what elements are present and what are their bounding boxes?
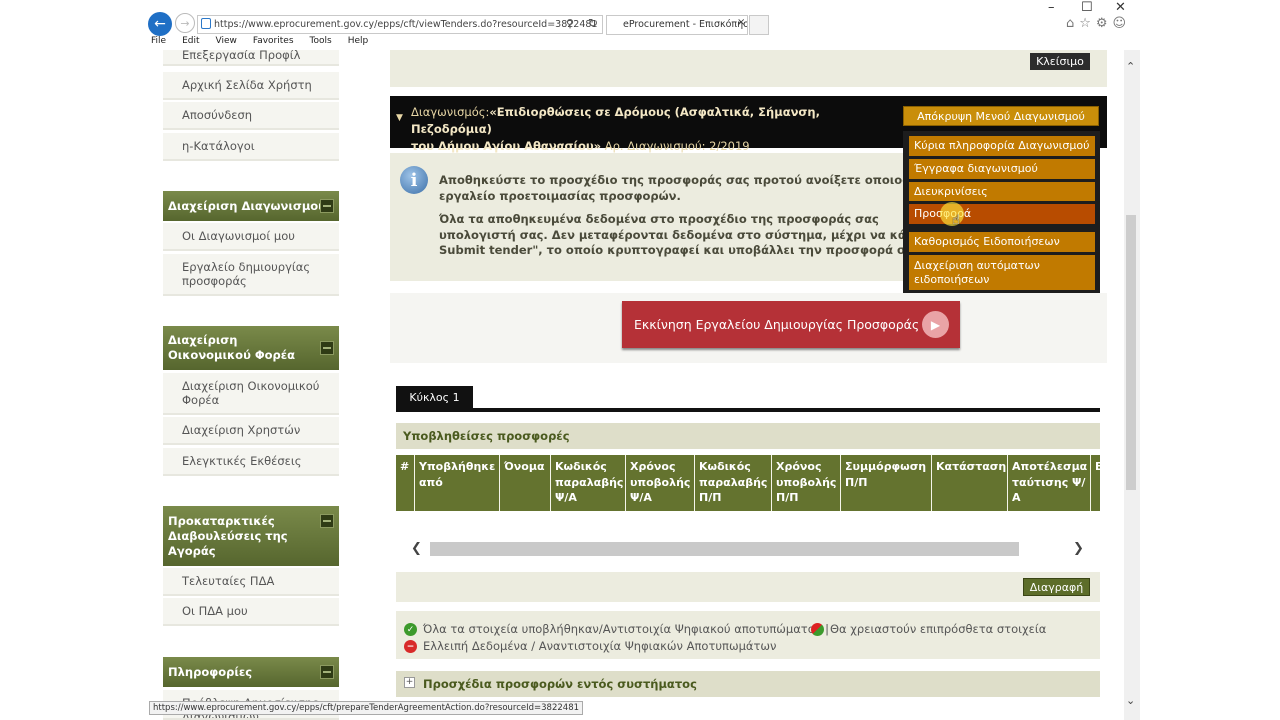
sidebar-item-operator-management[interactable]: Διαχείριση Οικονομικού Φορέα (163, 373, 339, 415)
delete-bar (396, 572, 1100, 602)
menu-help[interactable]: Help (348, 36, 369, 46)
browser-tab[interactable]: eProcurement - Επισκόπησ... (606, 15, 748, 35)
tender-menu-documents[interactable]: Έγγραφα διαγωνισμού (909, 159, 1095, 179)
sidebar-item-audit-reports[interactable]: Ελεγκτικές Εκθέσεις (163, 448, 339, 476)
column-header[interactable]: Χρόνος υποβολής Π/Π (772, 455, 841, 511)
menu-favorites[interactable]: Favorites (253, 36, 294, 46)
new-tab-button[interactable] (749, 15, 769, 35)
sidebar-header-economic-operator[interactable]: Διαχείριση Οικονομικού Φορέα (163, 326, 339, 370)
sidebar-item-ecatalogues[interactable]: η-Κατάλογοι (163, 133, 339, 161)
tab-round-1[interactable]: Κύκλος 1 (396, 386, 473, 408)
menu-tools[interactable]: Tools (310, 36, 332, 46)
sidebar-item-tender-tool[interactable]: Εργαλείο δημιουργίας προσφοράς (163, 254, 339, 296)
sidebar-item-logout[interactable]: Αποσύνδεση (163, 102, 339, 130)
tender-menu-notifications[interactable]: Καθορισμός Ειδοποιήσεων (909, 232, 1095, 252)
address-bar[interactable]: https://www.eprocurement.gov.cy/epps/cft… (197, 15, 603, 34)
column-header[interactable]: Κατάσταση (932, 455, 1008, 511)
legend-more-needed: Θα χρειαστούν επιπρόσθετα στοιχεία (830, 622, 1047, 636)
sidebar-item-my-tenders[interactable]: Οι Διαγωνισμοί μου (163, 223, 339, 251)
tender-menu-clarifications[interactable]: Διευκρινίσεις (909, 182, 1095, 201)
scrollbar-thumb[interactable] (1126, 215, 1136, 490)
delete-button[interactable]: Διαγραφή (1023, 578, 1090, 596)
partial-status-icon (811, 623, 824, 636)
sidebar-item-latest-pda[interactable]: Τελευταίες ΠΔΑ (163, 568, 339, 596)
column-header[interactable]: Υποβλήθηκε από (415, 455, 500, 511)
menu-view[interactable]: View (216, 36, 237, 46)
launch-tender-tool-button[interactable]: Εκκίνηση Εργαλείου Δημιουργίας Προσφοράς (622, 301, 960, 348)
chevron-down-icon[interactable]: ▼ (396, 113, 403, 123)
back-arrow-icon[interactable]: ← (148, 12, 172, 36)
tender-menu-auto-notifications[interactable]: Διαχείριση αυτόματων ειδοποιήσεων (909, 255, 1095, 290)
collapse-icon[interactable] (320, 341, 334, 355)
column-header[interactable]: # (396, 455, 415, 511)
maximize-button[interactable]: ☐ (1081, 0, 1093, 15)
drafts-section-header[interactable]: Προσχέδια προσφορών εντός συστήματος (396, 671, 1100, 697)
tab-close-icon[interactable]: × (737, 17, 745, 28)
scroll-right-icon[interactable]: ❯ (1073, 541, 1084, 556)
hand-cursor-icon: ☝ (952, 213, 960, 228)
collapse-icon[interactable] (320, 514, 334, 528)
tender-menu-main-info[interactable]: Κύρια πληροφορία Διαγωνισμού (909, 136, 1095, 156)
submitted-offers-header: Υποβληθείσες προσφορές (396, 423, 1100, 449)
tender-title: Διαγωνισμός:«Επιδιορθώσεις σε Δρόμους (Α… (411, 105, 820, 153)
column-header[interactable]: Κωδικός παραλαβής Ψ/Α (551, 455, 626, 511)
menu-bar: File Edit View Favorites Tools Help (145, 36, 1135, 50)
hide-tender-menu-button[interactable]: Απόκρυψη Μενού Διαγωνισμού (903, 106, 1099, 126)
forward-arrow-icon[interactable]: → (175, 13, 195, 33)
tab-underline (396, 408, 1100, 412)
legend-missing: Ελλειπή Δεδομένα / Αναντιστοιχία Ψηφιακώ… (423, 639, 777, 653)
sidebar-header-tender-management[interactable]: Διαχείριση Διαγωνισμού (163, 191, 339, 221)
menu-edit[interactable]: Edit (182, 36, 199, 46)
check-icon: ✓ (404, 623, 417, 636)
refresh-icon[interactable]: ↻ (588, 16, 598, 30)
column-header[interactable]: Εμ (1091, 455, 1100, 511)
sidebar-item-my-pda[interactable]: Οι ΠΔΑ μου (163, 598, 339, 626)
column-header[interactable]: Αποτέλεσμα ταύτισης Ψ/Α (1008, 455, 1091, 511)
minus-icon: − (404, 640, 417, 653)
info-text: Αποθηκεύστε το προσχέδιο της προσφοράς σ… (439, 173, 903, 257)
scroll-down-icon[interactable]: ⌄ (1126, 694, 1135, 707)
legend-complete: Όλα τα στοιχεία υποβλήθηκαν/Αντιστοιχία … (423, 622, 830, 636)
sidebar-header-market-consultations[interactable]: Προκαταρκτικές Διαβουλεύσεις της Αγοράς (163, 506, 339, 566)
expand-plus-icon[interactable]: + (404, 677, 415, 688)
scroll-up-icon[interactable]: ⌃ (1126, 60, 1135, 73)
scroll-left-icon[interactable]: ❮ (411, 541, 422, 556)
info-icon: i (400, 166, 428, 194)
tender-menu-offer[interactable]: Προσφορά (909, 204, 1095, 224)
status-url-tooltip: https://www.eprocurement.gov.cy/epps/cft… (149, 701, 584, 715)
sidebar-header-information[interactable]: Πληροφορίες (163, 657, 339, 687)
collapse-icon[interactable] (320, 665, 334, 679)
sidebar-item-edit-profile[interactable]: Επεξεργασία Προφίλ (163, 50, 339, 66)
menu-file[interactable]: File (151, 36, 166, 46)
horizontal-scroll-thumb[interactable] (430, 542, 1019, 556)
close-button[interactable]: Κλείσιμο (1030, 53, 1090, 70)
search-icon[interactable]: ⚲ (566, 17, 574, 30)
home-star-gear-smiley-icons[interactable]: ⌂☆⚙☺ (1066, 16, 1131, 31)
column-header[interactable]: Κωδικός παραλαβής Π/Π (695, 455, 772, 511)
minimize-button[interactable]: – (1048, 0, 1055, 15)
column-header[interactable]: Όνομα (500, 455, 551, 511)
collapse-icon[interactable] (320, 199, 334, 213)
submitted-offers-table-header: # Υποβλήθηκε από Όνομα Κωδικός παραλαβής… (396, 455, 1100, 511)
sidebar-item-home[interactable]: Αρχική Σελίδα Χρήστη (163, 72, 339, 100)
top-panel (390, 50, 1107, 87)
sidebar-item-user-management[interactable]: Διαχείριση Χρηστών (163, 417, 339, 445)
column-header[interactable]: Χρόνος υποβολής Ψ/Α (626, 455, 695, 511)
column-header[interactable]: Συμμόρφωση Π/Π (841, 455, 932, 511)
play-icon[interactable]: ▶ (922, 311, 949, 338)
close-window-button[interactable]: ✕ (1115, 0, 1126, 15)
